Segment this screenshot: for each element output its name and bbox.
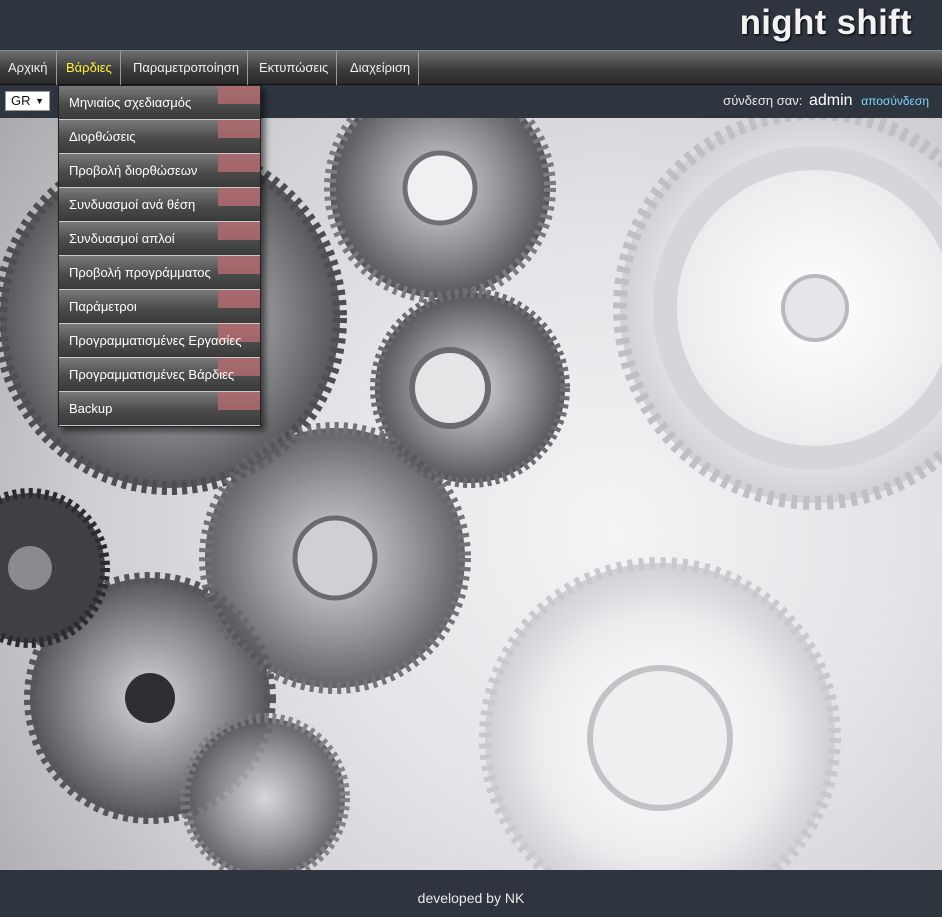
menu-item-view-corrections[interactable]: Προβολή διορθώσεων: [59, 154, 260, 188]
logout-link[interactable]: αποσύνδεση: [861, 94, 929, 108]
menu-accent: [218, 222, 260, 240]
language-select[interactable]: GR ▼: [5, 91, 50, 111]
menu-item-view-schedule[interactable]: Προβολή προγράμματος: [59, 256, 260, 290]
menu-accent: [218, 256, 260, 274]
menu-accent: [218, 290, 260, 308]
menu-item-simple-combinations[interactable]: Συνδυασμοί απλοί: [59, 222, 260, 256]
menu-accent: [218, 86, 260, 104]
footer: developed by NK: [0, 870, 942, 917]
login-prefix: σύνδεση σαν:: [723, 93, 803, 108]
menu-item-monthly-planning[interactable]: Μηνιαίος σχεδιασμός: [59, 86, 260, 120]
login-info: σύνδεση σαν: admin αποσύνδεση: [723, 92, 929, 110]
menu-accent: [218, 188, 260, 206]
menu-item-combinations-by-position[interactable]: Συνδυασμοί ανά θέση: [59, 188, 260, 222]
menu-accent: [218, 154, 260, 172]
menu-item-scheduled-shifts[interactable]: Προγραμματισμένες Βάρδιες: [59, 358, 260, 392]
chevron-down-icon: ▼: [35, 96, 44, 106]
shifts-dropdown-menu: Μηνιαίος σχεδιασμός Διορθώσεις Προβολή δ…: [58, 85, 261, 427]
nav-item-home[interactable]: Αρχική: [0, 51, 57, 85]
nav-item-administration[interactable]: Διαχείριση: [342, 51, 420, 85]
menu-item-scheduled-tasks[interactable]: Προγραμματισμένες Εργασίες: [59, 324, 260, 358]
app-title: night shift: [739, 3, 912, 42]
language-value: GR: [11, 93, 31, 108]
main-nav: Αρχική Βάρδιες Παραμετροποίηση Εκτυπώσει…: [0, 50, 942, 85]
header: night shift: [0, 0, 942, 50]
nav-item-printouts[interactable]: Εκτυπώσεις: [251, 51, 338, 85]
menu-item-backup[interactable]: Backup: [59, 392, 260, 426]
menu-item-corrections[interactable]: Διορθώσεις: [59, 120, 260, 154]
footer-credit: developed by NK: [417, 890, 525, 906]
login-username: admin: [808, 92, 853, 109]
nav-item-parameterization[interactable]: Παραμετροποίηση: [125, 51, 249, 85]
menu-accent: [218, 120, 260, 138]
nav-item-shifts[interactable]: Βάρδιες: [58, 51, 121, 85]
menu-accent: [218, 392, 260, 410]
menu-item-parameters[interactable]: Παράμετροι: [59, 290, 260, 324]
